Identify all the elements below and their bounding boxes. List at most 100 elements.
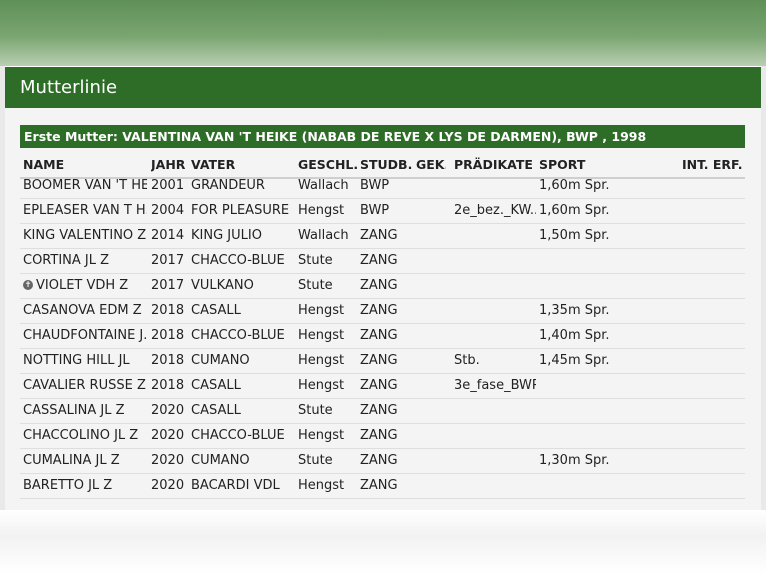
table-row[interactable]: CASSALINA JL Z 2020 CASALL Stute ZANG <box>20 399 745 424</box>
right-edge <box>761 66 766 510</box>
panel-title: Mutterlinie <box>5 67 761 108</box>
sport-level: 1,30m Spr. <box>539 453 610 468</box>
sport-level: 1,50m Spr. <box>539 228 610 243</box>
horse-name: BOOMER VAN 'T HE... <box>23 178 147 193</box>
studbook: ZANG <box>360 453 398 468</box>
horse-name-link[interactable]: CASANOVA EDM Z <box>23 299 147 323</box>
praedikate: Stb. <box>454 353 480 368</box>
table-row[interactable]: CORTINA JL Z 2017 CHACCO-BLUE Stute ZANG <box>20 249 745 274</box>
table-row[interactable]: CHACCOLINO JL Z 2020 CHACCO-BLUE Hengst ZANG… <box>20 424 745 449</box>
horse-name-link[interactable]: EPLEASER VAN T H... <box>23 199 147 223</box>
gender: Hengst <box>298 478 345 493</box>
sire-name: CUMANO <box>191 353 250 368</box>
birth-year: 2018 <box>151 328 185 343</box>
horse-name-link[interactable]: BARETTO JL Z <box>23 474 147 498</box>
horse-name: CHAUDFONTAINE J... <box>23 328 147 343</box>
horse-name-link[interactable]: ✝ VIOLET VDH Z <box>23 274 147 298</box>
birth-year: 2020 <box>151 403 185 418</box>
studbook: ZANG <box>360 403 398 418</box>
sire-name: CUMANO <box>191 453 250 468</box>
horse-name: CAVALIER RUSSE Z <box>23 378 146 393</box>
horse-name-link[interactable]: KING VALENTINO Z <box>23 224 147 248</box>
horse-name: BARETTO JL Z <box>23 478 113 493</box>
birth-year: 2017 <box>151 253 185 268</box>
table-row[interactable]: CASANOVA EDM Z 2018 CASALL Hengst ZANG 1,35m … <box>20 299 745 324</box>
horse-name-link[interactable]: CUMALINA JL Z <box>23 449 147 473</box>
horse-name: CASANOVA EDM Z <box>23 303 142 318</box>
horse-name: EPLEASER VAN T H... <box>23 203 147 218</box>
studbook: ZANG <box>360 378 398 393</box>
studbook: ZANG <box>360 478 398 493</box>
sire-name: CASALL <box>191 303 241 318</box>
birth-year: 2020 <box>151 428 185 443</box>
offspring-table-body: BOOMER VAN 'T HE... 2001 GRANDEUR Wallach BW… <box>20 174 745 499</box>
birth-year: 2020 <box>151 453 185 468</box>
horse-name-link[interactable]: CAVALIER RUSSE Z <box>23 374 147 398</box>
horse-name: CORTINA JL Z <box>23 253 110 268</box>
studbook: BWP <box>360 203 390 218</box>
deceased-icon: ✝ <box>23 279 33 290</box>
studbook: ZANG <box>360 278 398 293</box>
horse-name: KING VALENTINO Z <box>23 228 147 243</box>
sire-name: CASALL <box>191 378 241 393</box>
gender: Hengst <box>298 428 345 443</box>
gender: Stute <box>298 278 333 293</box>
birth-year: 2004 <box>151 203 185 218</box>
gender: Wallach <box>298 178 349 193</box>
table-row[interactable]: EPLEASER VAN T H... 2004 FOR PLEASURE Hengs… <box>20 199 745 224</box>
sire-name: BACARDI VDL <box>191 478 280 493</box>
birth-year: 2017 <box>151 278 185 293</box>
studbook: ZANG <box>360 328 398 343</box>
studbook: ZANG <box>360 303 398 318</box>
praedikate: 2e_bez._KW... <box>454 203 536 218</box>
sire-name: CHACCO-BLUE <box>191 428 285 443</box>
sport-level: 1,40m Spr. <box>539 328 610 343</box>
birth-year: 2014 <box>151 228 185 243</box>
table-row[interactable]: KING VALENTINO Z 2014 KING JULIO Wallach ZAN… <box>20 224 745 249</box>
horse-name-link[interactable]: CHACCOLINO JL Z <box>23 424 147 448</box>
gender: Stute <box>298 453 333 468</box>
sire-name: CHACCO-BLUE <box>191 328 285 343</box>
table-row[interactable]: BARETTO JL Z 2020 BACARDI VDL Hengst ZANG <box>20 474 745 499</box>
horse-name: NOTTING HILL JL <box>23 353 130 368</box>
gender: Hengst <box>298 203 345 218</box>
gender: Hengst <box>298 378 345 393</box>
birth-year: 2001 <box>151 178 185 193</box>
bottom-fade <box>0 510 766 574</box>
horse-name: VIOLET VDH Z <box>36 278 129 293</box>
sire-name: CHACCO-BLUE <box>191 253 285 268</box>
horse-name: CUMALINA JL Z <box>23 453 120 468</box>
sire-name: CASALL <box>191 403 241 418</box>
table-row[interactable]: ✝ VIOLET VDH Z 2017 VULKANO Stute ZANG <box>20 274 745 299</box>
gender: Stute <box>298 403 333 418</box>
sport-level: 1,60m Spr. <box>539 203 610 218</box>
horse-name-link[interactable]: CASSALINA JL Z <box>23 399 147 423</box>
horse-name-link[interactable]: NOTTING HILL JL <box>23 349 147 373</box>
birth-year: 2018 <box>151 353 185 368</box>
birth-year: 2020 <box>151 478 185 493</box>
gender: Wallach <box>298 228 349 243</box>
horse-name-link[interactable]: CORTINA JL Z <box>23 249 147 273</box>
studbook: ZANG <box>360 253 398 268</box>
studbook: ZANG <box>360 228 398 243</box>
studbook: BWP <box>360 178 390 193</box>
sport-level: 1,60m Spr. <box>539 178 610 193</box>
gender: Stute <box>298 253 333 268</box>
gender: Hengst <box>298 353 345 368</box>
horse-name-link[interactable]: CHAUDFONTAINE J... <box>23 324 147 348</box>
horse-name: CHACCOLINO JL Z <box>23 428 139 443</box>
horse-name-link[interactable]: BOOMER VAN 'T HE... <box>23 174 147 198</box>
table-row[interactable]: CUMALINA JL Z 2020 CUMANO Stute ZANG 1,30m Sp… <box>20 449 745 474</box>
sport-level: 1,45m Spr. <box>539 353 610 368</box>
sire-name: FOR PLEASURE <box>191 203 290 218</box>
birth-year: 2018 <box>151 378 185 393</box>
horse-name: CASSALINA JL Z <box>23 403 125 418</box>
first-mother-bar: Erste Mutter: VALENTINA VAN 'T HEIKE (NA… <box>20 125 745 148</box>
top-banner <box>0 0 766 66</box>
table-row[interactable]: CAVALIER RUSSE Z2018CASALLHengstZANG✓3e_… <box>20 374 745 399</box>
table-row[interactable]: NOTTING HILL JL2018CUMANOHengstZANG✓Stb.… <box>20 349 745 374</box>
table-row[interactable]: BOOMER VAN 'T HE... 2001 GRANDEUR Wallach BW… <box>20 174 745 199</box>
sport-level: 1,35m Spr. <box>539 303 610 318</box>
table-row[interactable]: CHAUDFONTAINE J... 2018 CHACCO-BLUE Hengst Z… <box>20 324 745 349</box>
studbook: ZANG <box>360 353 398 368</box>
